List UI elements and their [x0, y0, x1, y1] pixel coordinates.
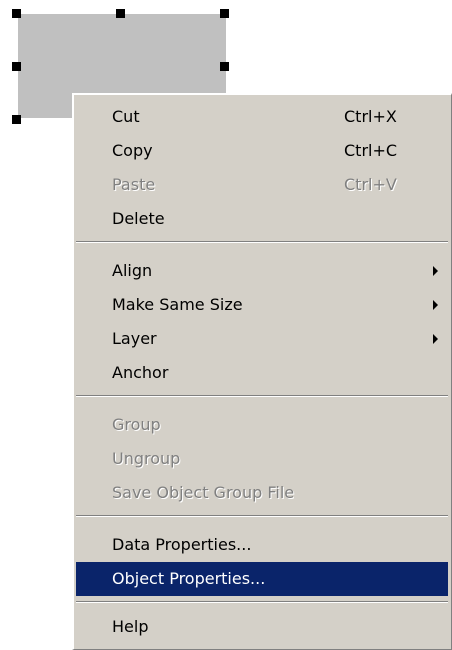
- resize-handle-left[interactable]: [12, 62, 21, 71]
- menu-separator: [76, 601, 448, 603]
- menu-item-help[interactable]: Help: [76, 610, 448, 644]
- menu-separator: [76, 515, 448, 517]
- menu-item-delete[interactable]: Delete: [76, 202, 448, 236]
- menu-item-label: Layer: [112, 329, 157, 348]
- menu-item-group[interactable]: Group: [76, 408, 448, 442]
- menu-item-label: Anchor: [112, 363, 169, 382]
- menu-item-label: Copy: [112, 141, 153, 160]
- submenu-arrow-icon: [433, 334, 438, 344]
- menu-item-save-object-group-file[interactable]: Save Object Group File: [76, 476, 448, 510]
- menu-item-label: Make Same Size: [112, 295, 243, 314]
- resize-handle-right[interactable]: [220, 62, 229, 71]
- menu-item-label: Align: [112, 261, 153, 280]
- menu-item-anchor[interactable]: Anchor: [76, 356, 448, 390]
- submenu-arrow-icon: [433, 300, 438, 310]
- context-menu: Cut Ctrl+X Copy Ctrl+C Paste Ctrl+V Dele…: [72, 93, 452, 650]
- resize-handle-top[interactable]: [116, 9, 125, 18]
- resize-handle-bottom-left[interactable]: [12, 115, 21, 124]
- menu-item-cut[interactable]: Cut Ctrl+X: [76, 100, 448, 134]
- menu-item-ungroup[interactable]: Ungroup: [76, 442, 448, 476]
- menu-item-label: Help: [112, 617, 149, 636]
- menu-item-shortcut: Ctrl+X: [344, 107, 397, 126]
- menu-item-label: Object Properties...: [112, 569, 266, 588]
- menu-item-shortcut: Ctrl+C: [344, 141, 398, 160]
- resize-handle-top-left[interactable]: [12, 9, 21, 18]
- submenu-arrow-icon: [433, 266, 438, 276]
- menu-item-label: Ungroup: [112, 449, 181, 468]
- menu-item-label: Save Object Group File: [112, 483, 295, 502]
- menu-item-copy[interactable]: Copy Ctrl+C: [76, 134, 448, 168]
- menu-item-layer[interactable]: Layer: [76, 322, 448, 356]
- menu-item-shortcut: Ctrl+V: [344, 175, 397, 194]
- menu-item-object-properties[interactable]: Object Properties...: [76, 562, 448, 596]
- menu-item-align[interactable]: Align: [76, 254, 448, 288]
- menu-item-data-properties[interactable]: Data Properties...: [76, 528, 448, 562]
- menu-item-label: Cut: [112, 107, 140, 126]
- menu-item-label: Delete: [112, 209, 165, 228]
- menu-item-make-same-size[interactable]: Make Same Size: [76, 288, 448, 322]
- menu-item-label: Paste: [112, 175, 156, 194]
- menu-item-label: Data Properties...: [112, 535, 252, 554]
- menu-separator: [76, 395, 448, 397]
- menu-item-paste[interactable]: Paste Ctrl+V: [76, 168, 448, 202]
- menu-separator: [76, 241, 448, 243]
- menu-item-label: Group: [112, 415, 161, 434]
- resize-handle-top-right[interactable]: [220, 9, 229, 18]
